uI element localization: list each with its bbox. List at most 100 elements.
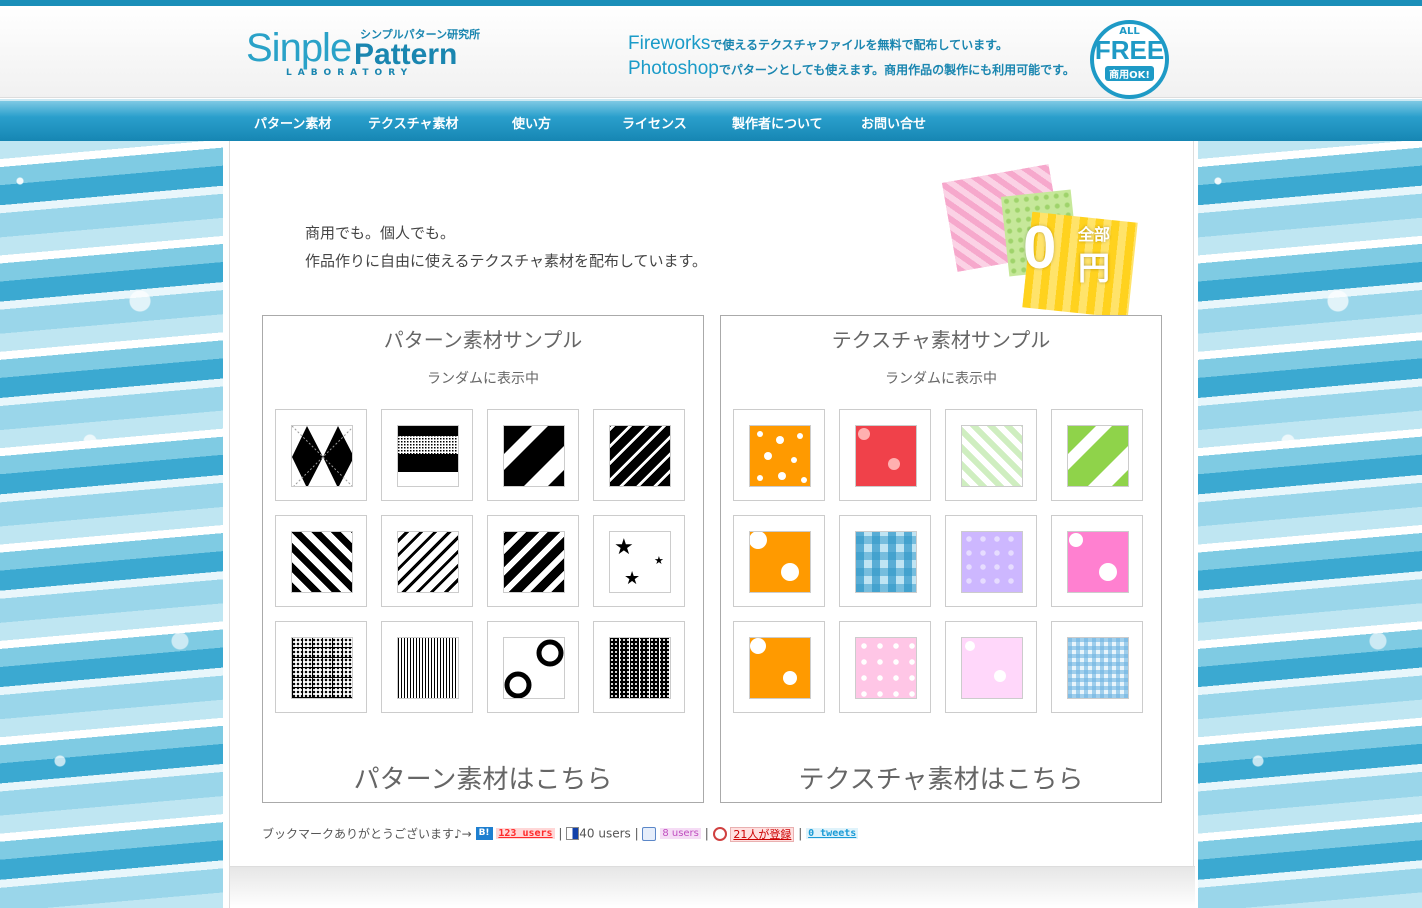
- bookmark-thanks-text: ブックマークありがとうございます♪→: [262, 827, 472, 841]
- tweet-count[interactable]: 0 tweets: [806, 828, 859, 839]
- texture-swatch-blue-gingham: [1067, 637, 1129, 699]
- nav-item-patterns[interactable]: パターン素材: [254, 113, 331, 132]
- tagline-fireworks: Fireworks: [628, 33, 711, 54]
- pattern-swatch-stars: ★ ★ ★: [609, 531, 671, 593]
- texture-swatch-orange-dots: [749, 425, 811, 487]
- pattern-tile-thick-diagonal-stripes[interactable]: [275, 515, 367, 607]
- bookmark-separator: |: [798, 826, 803, 841]
- pattern-tile-black-grid[interactable]: [593, 621, 685, 713]
- site-header: Sinple シンプルパターン研究所 Pattern LABORATORY Fi…: [0, 6, 1422, 99]
- texture-swatch-orange-big-dots: [749, 531, 811, 593]
- texture-sample-panel: テクスチャ素材サンプル ランダムに表示中 テクスチャ素材はこちら: [720, 315, 1162, 803]
- right-decorative-background: [1198, 141, 1422, 908]
- texture-materials-link[interactable]: テクスチャ素材はこちら: [721, 759, 1161, 796]
- nav-item-about[interactable]: 製作者について: [732, 113, 823, 132]
- main-nav: パターン素材 テクスチャ素材 使い方 ライセンス 製作者について お問い合せ: [0, 99, 1422, 141]
- badge-free: FREE: [1094, 35, 1165, 65]
- texture-tile-pink-dots[interactable]: [945, 621, 1037, 713]
- zero-yen-badge: 0 全部 円: [942, 163, 1140, 319]
- pattern-swatch-circles: [503, 637, 565, 699]
- texture-swatch-pink-big-dots: [1067, 531, 1129, 593]
- pattern-swatch-black-grid: [609, 637, 671, 699]
- all-free-badge: ALL FREE 商用OK!: [1090, 20, 1169, 99]
- footer-band: [230, 867, 1195, 908]
- texture-swatch-orange-big-dots-2: [749, 637, 811, 699]
- tagline-fireworks-text: で使えるテクスチャファイルを無料で配布しています。: [710, 38, 1008, 52]
- livedoor-register-count[interactable]: 21人が登録: [730, 826, 795, 842]
- main-content: 商用でも。個人でも。 作品作りに自由に使えるテクスチャ素材を配布しています。 0…: [229, 141, 1195, 908]
- livedoor-clip-icon[interactable]: [712, 826, 727, 841]
- pattern-tile-stars[interactable]: ★ ★ ★: [593, 515, 685, 607]
- pattern-swatch-argyle: [291, 425, 353, 487]
- pattern-swatch-fine-grid: [397, 637, 459, 699]
- intro-line-2: 作品作りに自由に使えるテクスチャ素材を配布しています。: [305, 252, 708, 270]
- pattern-tile-fine-grid[interactable]: [381, 621, 473, 713]
- texture-swatch-green-check: [961, 425, 1023, 487]
- pattern-tile-single-diagonal[interactable]: [487, 409, 579, 501]
- texture-tile-orange-dots[interactable]: [733, 409, 825, 501]
- pattern-tile-diagonal-lines[interactable]: [381, 515, 473, 607]
- hatena-bookmark-icon[interactable]: B!: [475, 827, 493, 840]
- nav-item-usage[interactable]: 使い方: [512, 113, 551, 132]
- tagline-row-1: Fireworksで使えるテクスチャファイルを無料で配布しています。: [628, 32, 1075, 57]
- texture-panel-subtitle: ランダムに表示中: [885, 371, 997, 387]
- texture-tile-pink-small-dots[interactable]: [839, 621, 931, 713]
- pattern-swatch-diagonal-lines: [397, 531, 459, 593]
- texture-tile-green-stripe[interactable]: [1051, 409, 1143, 501]
- texture-tile-green-check[interactable]: [945, 409, 1037, 501]
- pattern-tile-dot-grid[interactable]: [275, 621, 367, 713]
- buzzurl-clip-icon[interactable]: [642, 826, 657, 841]
- logo-pattern-text: Pattern: [354, 38, 458, 71]
- pattern-swatch-bold-diagonal-stripes: [503, 531, 565, 593]
- zero-label: 0: [1023, 214, 1057, 281]
- pattern-tile-bold-diagonal-stripes[interactable]: [487, 515, 579, 607]
- texture-swatch-pink-small-dots: [855, 637, 917, 699]
- nav-item-license[interactable]: ライセンス: [622, 113, 687, 132]
- pattern-tile-argyle[interactable]: [275, 409, 367, 501]
- svg-text:★: ★: [624, 568, 640, 589]
- svg-text:★: ★: [614, 535, 634, 560]
- tagline-photoshop-text: でパターンとしても使えます。商用作品の製作にも利用可能です。: [718, 63, 1075, 77]
- tagline-row-2: Photoshopでパターンとしても使えます。商用作品の製作にも利用可能です。: [628, 57, 1075, 82]
- pattern-swatch-halftone-bands: [397, 425, 459, 487]
- bookmark-bar: ブックマークありがとうございます♪→ B! 123 users | 40 use…: [262, 825, 859, 842]
- left-decorative-background: [0, 141, 223, 908]
- texture-tile-purple-dots[interactable]: [945, 515, 1037, 607]
- texture-tile-orange-big-dots[interactable]: [733, 515, 825, 607]
- texture-tile-red-dots[interactable]: [839, 409, 931, 501]
- badge-commercial-ok: 商用OK!: [1105, 66, 1154, 81]
- logo-laboratory-text: LABORATORY: [286, 68, 414, 78]
- intro-line-1: 商用でも。個人でも。: [305, 224, 456, 242]
- pattern-tile-halftone-bands[interactable]: [381, 409, 473, 501]
- pattern-materials-link[interactable]: パターン素材はこちら: [263, 759, 703, 796]
- nav-item-textures[interactable]: テクスチャ素材: [368, 113, 458, 132]
- texture-swatch-pink-dots: [961, 637, 1023, 699]
- buzzurl-count[interactable]: 8 users: [660, 828, 701, 839]
- texture-tile-pink-big-dots[interactable]: [1051, 515, 1143, 607]
- zenbu-label: 全部: [1078, 225, 1111, 244]
- bookmark-separator: |: [704, 826, 709, 841]
- texture-tile-blue-plaid[interactable]: [839, 515, 931, 607]
- svg-text:★: ★: [654, 554, 664, 567]
- header-tagline: Fireworksで使えるテクスチャファイルを無料で配布しています。 Photo…: [628, 32, 1075, 82]
- intro-text: 商用でも。個人でも。 作品作りに自由に使えるテクスチャ素材を配布しています。: [305, 219, 707, 275]
- texture-swatch-blue-plaid: [855, 531, 917, 593]
- pattern-tile-circles[interactable]: [487, 621, 579, 713]
- site-logo[interactable]: Sinple シンプルパターン研究所 Pattern LABORATORY: [246, 26, 491, 86]
- pattern-sample-panel: パターン素材サンプル ランダムに表示中 ★ ★ ★ パターン素材はこちら: [262, 315, 704, 803]
- bookmark-separator: |: [634, 826, 639, 841]
- pattern-tile-thin-diagonal-lines[interactable]: [593, 409, 685, 501]
- texture-swatch-red-dots: [855, 425, 917, 487]
- bookmark-separator: |: [558, 826, 563, 841]
- nav-item-contact[interactable]: お問い合せ: [861, 113, 926, 132]
- pattern-swatch-single-diagonal: [503, 425, 565, 487]
- texture-tile-orange-big-dots-2[interactable]: [733, 621, 825, 713]
- delicious-icon[interactable]: [566, 827, 580, 840]
- hatena-bookmark-count[interactable]: 123 users: [496, 828, 555, 839]
- pattern-swatch-thick-diagonal-stripes: [291, 531, 353, 593]
- yen-label: 円: [1078, 249, 1111, 287]
- delicious-count[interactable]: 40 users: [579, 827, 631, 841]
- texture-tile-blue-gingham[interactable]: [1051, 621, 1143, 713]
- tagline-photoshop: Photoshop: [628, 58, 719, 79]
- logo-sinple-text: Sinple: [246, 26, 352, 70]
